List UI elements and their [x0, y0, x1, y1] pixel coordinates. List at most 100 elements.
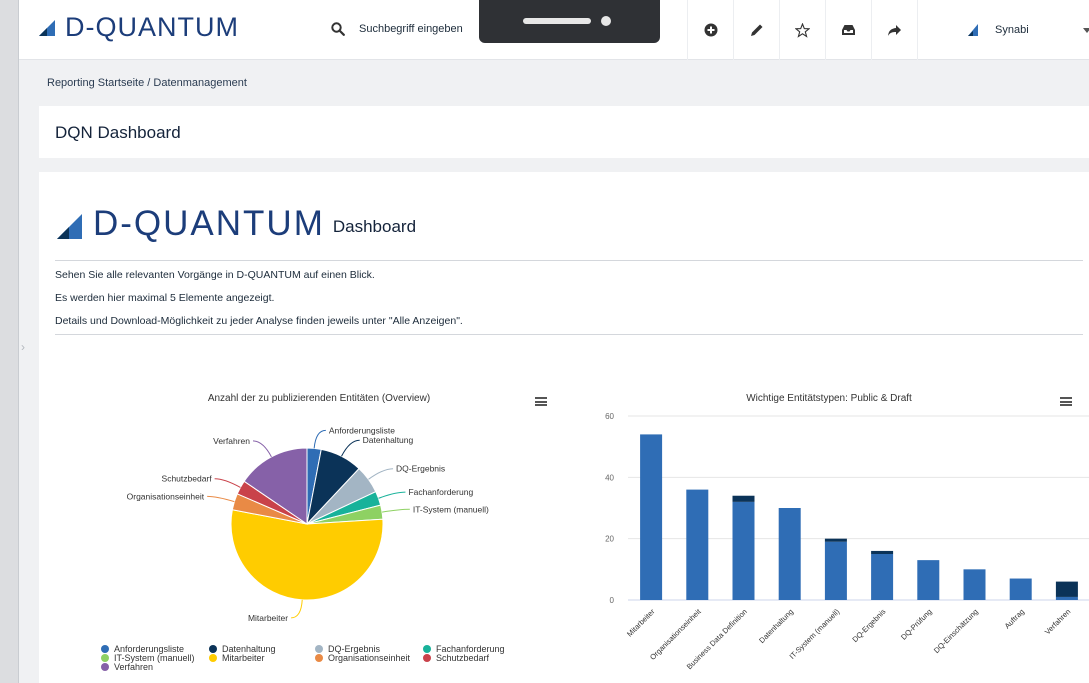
pie-data-label: Verfahren [213, 436, 250, 446]
legend-item-verfahren[interactable]: Verfahren [101, 662, 153, 672]
hero-subtitle: Dashboard [332, 217, 417, 236]
share-icon [888, 24, 901, 36]
app-logo[interactable]: D-QUANTUM [37, 12, 239, 43]
plus-circle-icon [704, 23, 717, 37]
bar-dq-ergebnis-series-2[interactable] [871, 550, 894, 554]
legend-item-mitarbeiter[interactable]: Mitarbeiter [209, 653, 265, 663]
pie-data-label: Datenhaltung [363, 435, 414, 445]
favorite-button[interactable] [779, 0, 825, 60]
legend-marker [423, 654, 431, 662]
divider [55, 334, 1083, 335]
top-navbar: D-QUANTUM Suchbegriff eingeben Synabi [19, 0, 1089, 60]
camera-notch [479, 0, 660, 43]
breadcrumb[interactable]: Reporting Startseite / Datenmanagement [47, 77, 247, 89]
pie-connector [368, 468, 394, 480]
bar-business-data-definition-series-2[interactable] [732, 495, 755, 502]
bar-datenhaltung-series-1[interactable] [778, 508, 801, 600]
bar-mitarbeiter-series-1[interactable] [640, 434, 663, 600]
add-button[interactable] [687, 0, 733, 60]
x-tick-label: DQ-Einschätzung [932, 607, 980, 655]
bar-dq-einsch-tzung-series-1[interactable] [963, 569, 986, 600]
bar-verfahren-series-1[interactable] [1055, 596, 1078, 600]
notch-dot [601, 16, 611, 26]
hero-logo-mark-icon [57, 214, 82, 239]
share-button[interactable] [871, 0, 917, 60]
inbox-icon [842, 25, 855, 35]
bar-it-system-manuell-series-1[interactable] [824, 541, 847, 600]
x-tick-label: Auftrag [1003, 607, 1026, 630]
search-input[interactable]: Suchbegriff eingeben [359, 23, 463, 35]
pie-connector [381, 508, 410, 513]
bar-business-data-definition-series-1[interactable] [732, 501, 755, 600]
edit-button[interactable] [733, 0, 779, 60]
x-tick-label: IT-System (manuell) [787, 607, 841, 661]
pie-data-label: Mitarbeiter [248, 613, 288, 623]
pie-data-label: IT-System (manuell) [413, 504, 489, 514]
legend-marker [315, 654, 323, 662]
bar-auftrag-series-1[interactable] [1009, 578, 1032, 600]
bar-organisationseinheit-series-1[interactable] [686, 489, 709, 600]
logo-mark-icon [39, 19, 55, 36]
intro-line-2: Es werden hier maximal 5 Elemente angeze… [55, 292, 275, 304]
pie-connector [341, 439, 360, 457]
y-tick-label: 40 [605, 473, 614, 482]
x-tick-label: DQ-Prüfung [899, 607, 934, 642]
star-icon [795, 22, 810, 38]
x-tick-label: Datenhaltung [757, 607, 795, 645]
pie-connector [214, 478, 241, 488]
pie-connector [252, 440, 272, 458]
y-tick-label: 0 [610, 596, 615, 605]
pencil-icon [750, 24, 762, 36]
hero-logo-text: D-QUANTUM [93, 204, 325, 243]
pie-connector [313, 429, 326, 449]
legend-item-schutzbedarf[interactable]: Schutzbedarf [423, 653, 489, 663]
pie-chart-title: Anzahl der zu publizierenden Entitäten (… [207, 393, 431, 404]
legend-marker [101, 654, 109, 662]
toolbar-divider [917, 0, 967, 60]
pie-data-label: Schutzbedarf [162, 474, 213, 484]
page-title: DQN Dashboard [55, 123, 181, 142]
x-tick-label: Mitarbeiter [625, 607, 657, 639]
bar-it-system-manuell-series-2[interactable] [824, 538, 847, 542]
intro-line-3: Details und Download-Möglichkeit zu jede… [55, 315, 463, 327]
legend-marker [209, 645, 217, 653]
pie-connector [291, 599, 303, 619]
bar-dq-pr-fung-series-1[interactable] [917, 560, 940, 600]
user-avatar-icon [968, 24, 978, 36]
search-icon[interactable] [331, 22, 345, 36]
legend-marker [209, 654, 217, 662]
pie-connector [378, 491, 406, 499]
x-tick-label: Verfahren [1043, 607, 1072, 636]
y-tick-label: 20 [605, 535, 614, 544]
bar-dq-ergebnis-series-1[interactable] [871, 554, 894, 600]
divider [55, 260, 1083, 261]
pie-chart: AnforderungslisteDatenhaltung DQ-Ergebnis… [127, 425, 489, 623]
user-menu[interactable]: Synabi [967, 0, 1029, 60]
legend-marker [315, 645, 323, 653]
legend-marker [101, 663, 109, 671]
user-name: Synabi [995, 24, 1029, 36]
legend-label: Organisationseinheit [328, 653, 411, 663]
legend-marker [423, 645, 431, 653]
search-bar[interactable]: Suchbegriff eingeben [331, 22, 463, 36]
sidebar-toggle-icon[interactable]: › [21, 340, 25, 354]
legend-label: Schutzbedarf [436, 653, 490, 663]
x-tick-label: DQ-Ergebnis [850, 607, 887, 644]
app-window: › D-QUANTUM Suchbegriff eingeben Synabi … [18, 0, 1089, 683]
legend-marker [101, 645, 109, 653]
dashboard-panel: D-QUANTUM Dashboard Sehen Sie alle relev… [39, 172, 1089, 683]
inbox-button[interactable] [825, 0, 871, 60]
legend-item-organisationseinheit[interactable]: Organisationseinheit [315, 653, 410, 663]
title-panel: DQN Dashboard [39, 106, 1089, 158]
dashboard-hero: D-QUANTUM Dashboard [55, 206, 416, 241]
pie-data-label: Organisationseinheit [127, 491, 205, 501]
notch-bar [523, 18, 591, 24]
pie-connector [207, 495, 235, 503]
chevron-down-icon[interactable] [1083, 28, 1089, 33]
legend-label: Verfahren [114, 662, 154, 672]
legend-label: Mitarbeiter [222, 653, 265, 663]
intro-line-1: Sehen Sie alle relevanten Vorgänge in D-… [55, 269, 375, 281]
pie-data-label: Fachanforderung [408, 487, 473, 497]
logo-text: D-QUANTUM [65, 12, 239, 42]
bar-verfahren-series-2[interactable] [1055, 581, 1078, 597]
